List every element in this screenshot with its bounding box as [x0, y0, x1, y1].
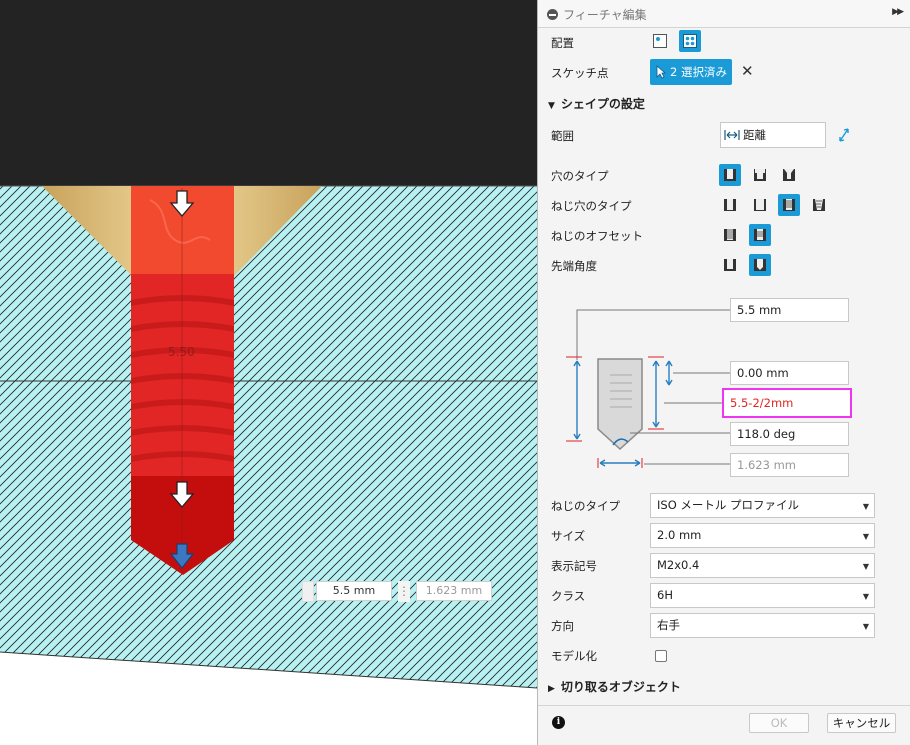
thread-offset-label: ねじのオフセット: [551, 229, 643, 243]
dropdown-arrow-icon: ▼: [862, 592, 869, 601]
taper-tapped-icon: [813, 199, 825, 211]
clear-selection-icon[interactable]: ✕: [741, 63, 754, 79]
cursor-icon: [656, 65, 666, 79]
expand-icon[interactable]: ▶▶: [892, 7, 904, 17]
range-value: 距離: [743, 128, 766, 142]
panel-title: フィーチャ編集: [563, 8, 647, 22]
counterbore-button[interactable]: [749, 164, 771, 186]
class-value: 6H: [657, 588, 673, 602]
depth-input[interactable]: 5.5 mm: [316, 581, 392, 601]
tap-type-label: ねじ穴のタイプ: [551, 199, 632, 213]
depth-field[interactable]: 5.5 mm: [730, 298, 849, 322]
modeled-label: モデル化: [551, 649, 597, 663]
offset-full-button[interactable]: [719, 224, 741, 246]
designation-select[interactable]: M2x0.4 ▼: [650, 553, 875, 578]
dropdown-arrow-icon: ▼: [862, 502, 869, 511]
tip-angle-label: 先端角度: [551, 259, 597, 273]
distance-icon: [724, 130, 740, 140]
designation-value: M2x0.4: [657, 558, 700, 572]
cut-objects-header[interactable]: ▶ 切り取るオブジェクト: [548, 678, 681, 695]
hole-type-label: 穴のタイプ: [551, 169, 609, 183]
cut-objects-title: 切り取るオブジェクト: [560, 680, 681, 694]
thread-type-select[interactable]: ISO メートル プロファイル ▼: [650, 493, 875, 518]
tip-diameter-input[interactable]: 1.623 mm: [416, 581, 492, 601]
single-point-button[interactable]: [649, 30, 671, 52]
size-label: サイズ: [551, 529, 586, 543]
counterbore-icon: [754, 169, 766, 181]
class-select[interactable]: 6H ▼: [650, 583, 875, 608]
flip-direction-icon[interactable]: [838, 127, 850, 143]
tapped-button[interactable]: [778, 194, 800, 216]
thread-full-icon: [724, 229, 736, 241]
modeled-checkbox[interactable]: [655, 650, 667, 662]
feature-edit-panel: フィーチャ編集 ▶▶ 配置 スケッチ点 2 選択済み ✕ ▼ シェイプの設定 範囲…: [537, 0, 910, 745]
countersink-icon: [783, 169, 795, 181]
range-label: 範囲: [551, 129, 574, 143]
taper-tapped-button[interactable]: [808, 194, 830, 216]
sketch-points-label: スケッチ点: [551, 66, 609, 80]
panel-footer: i OK キャンセル: [538, 705, 910, 745]
panel-header: フィーチャ編集 ▶▶: [538, 0, 910, 28]
class-label: クラス: [551, 589, 586, 603]
simple-hole-icon: [724, 169, 736, 181]
multi-point-button[interactable]: [679, 30, 701, 52]
sketch-points-select-button[interactable]: 2 選択済み: [650, 59, 732, 85]
angled-tip-button[interactable]: [749, 254, 771, 276]
cancel-button[interactable]: キャンセル: [827, 713, 896, 733]
single-point-icon: [653, 34, 667, 48]
sketch-points-count: 2 選択済み: [670, 65, 727, 79]
thread-depth-field[interactable]: 5.5-2/2mm: [722, 388, 852, 418]
diameter-field[interactable]: 1.623 mm: [730, 453, 849, 477]
collapse-triangle-icon: ▼: [548, 101, 555, 111]
hole-dimension-diagram: [566, 309, 748, 468]
expand-triangle-icon: ▶: [548, 684, 555, 694]
direction-label: 方向: [551, 619, 574, 633]
thread-partial-icon: [754, 229, 766, 241]
model-viewport[interactable]: 5.50 5.5 mm ⋮ 1.623 mm: [0, 0, 537, 745]
offset-field[interactable]: 0.00 mm: [730, 361, 849, 385]
shape-settings-header[interactable]: ▼ シェイプの設定: [548, 95, 645, 112]
more-options-icon[interactable]: ⋮: [398, 581, 410, 602]
dimension-label: 5.50: [168, 345, 195, 359]
thread-type-label: ねじのタイプ: [551, 499, 620, 513]
direction-select[interactable]: 右手 ▼: [650, 613, 875, 638]
clearance-tap-button[interactable]: [749, 194, 771, 216]
drag-handle[interactable]: [302, 581, 314, 602]
tip-angle-field[interactable]: 118.0 deg: [730, 422, 849, 446]
designation-label: 表示記号: [551, 559, 597, 573]
multi-point-icon: [683, 34, 697, 48]
shape-settings-title: シェイプの設定: [560, 97, 645, 111]
size-value: 2.0 mm: [657, 528, 702, 542]
clearance-icon: [754, 199, 766, 211]
simple-hole-button[interactable]: [719, 164, 741, 186]
mini-toolbar: 5.5 mm ⋮ 1.623 mm: [302, 581, 492, 602]
dropdown-arrow-icon: ▼: [862, 562, 869, 571]
direction-value: 右手: [657, 618, 680, 632]
flat-tip-icon: [724, 259, 736, 271]
section-view: [0, 0, 537, 689]
size-select[interactable]: 2.0 mm ▼: [650, 523, 875, 548]
simple-tap-button[interactable]: [719, 194, 741, 216]
collapse-icon[interactable]: [547, 9, 558, 20]
range-select[interactable]: 距離: [720, 122, 826, 148]
placement-label: 配置: [551, 36, 574, 50]
dropdown-arrow-icon: ▼: [862, 532, 869, 541]
offset-partial-button[interactable]: [749, 224, 771, 246]
countersink-button[interactable]: [778, 164, 800, 186]
thread-type-value: ISO メートル プロファイル: [657, 498, 800, 512]
simple-tap-icon: [724, 199, 736, 211]
ok-button[interactable]: OK: [749, 713, 809, 733]
tapped-icon: [783, 199, 795, 211]
flat-tip-button[interactable]: [719, 254, 741, 276]
info-icon[interactable]: i: [552, 716, 565, 729]
angled-tip-icon: [754, 259, 766, 271]
dropdown-arrow-icon: ▼: [862, 622, 869, 631]
